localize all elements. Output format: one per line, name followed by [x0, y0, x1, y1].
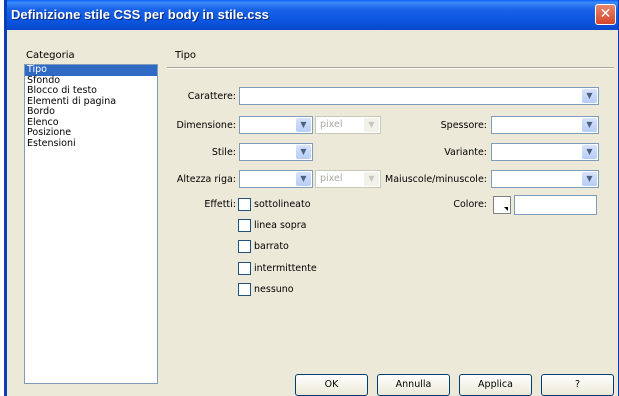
ok-button[interactable]: OK	[295, 374, 368, 396]
close-button[interactable]: ✕	[595, 4, 616, 25]
caret-icon	[504, 207, 508, 211]
colore-input[interactable]	[514, 195, 597, 215]
intermittente-label: intermittente	[254, 263, 317, 274]
stile-select[interactable]: ▼	[239, 143, 313, 161]
altezza-unit: pixel	[320, 173, 343, 184]
sottolineato-checkbox[interactable]	[238, 198, 251, 211]
window-title: Definizione stile CSS per body in stile.…	[11, 7, 269, 22]
linea-sopra-checkbox[interactable]	[238, 219, 251, 232]
dimensione-unit-select: pixel ▼	[315, 116, 381, 134]
dimensione-unit: pixel	[320, 119, 343, 130]
linea-sopra-label: linea sopra	[254, 220, 307, 231]
nessuno-checkbox[interactable]	[238, 283, 251, 296]
nessuno-label: nessuno	[254, 284, 294, 295]
dimensione-label: Dimensione:	[176, 120, 236, 131]
colore-label: Colore:	[453, 199, 487, 210]
category-item-blocco-testo[interactable]: Blocco di testo	[25, 85, 157, 97]
category-item-tipo[interactable]: Tipo	[25, 64, 157, 76]
close-icon: ✕	[599, 6, 612, 22]
chevron-down-icon: ▼	[364, 172, 379, 186]
altezza-riga-label: Altezza riga:	[176, 174, 236, 185]
applica-button[interactable]: Applica	[459, 374, 532, 396]
chevron-down-icon: ▼	[296, 172, 311, 186]
maiuscole-select[interactable]: ▼	[491, 170, 599, 188]
category-list[interactable]: Tipo Sfondo Blocco di testo Elementi di …	[24, 64, 158, 384]
variante-select[interactable]: ▼	[491, 143, 599, 161]
barrato-label: barrato	[254, 241, 289, 252]
maiuscole-label: Maiuscole/minuscole:	[385, 174, 487, 185]
barrato-checkbox[interactable]	[238, 240, 251, 253]
chevron-down-icon: ▼	[296, 118, 311, 132]
category-item-posizione[interactable]: Posizione	[25, 127, 157, 139]
spessore-label: Spessore:	[440, 120, 487, 131]
dialog-window: Definizione stile CSS per body in stile.…	[4, 0, 619, 396]
carattere-label: Carattere:	[187, 91, 236, 102]
chevron-down-icon: ▼	[582, 118, 597, 132]
sottolineato-label: sottolineato	[254, 199, 311, 210]
category-label: Categoria	[26, 50, 75, 61]
chevron-down-icon: ▼	[582, 89, 597, 103]
chevron-down-icon: ▼	[296, 145, 311, 159]
section-divider	[167, 67, 614, 69]
dimensione-select[interactable]: ▼	[239, 116, 313, 134]
annulla-button[interactable]: Annulla	[377, 374, 450, 396]
spessore-select[interactable]: ▼	[491, 116, 599, 134]
altezza-unit-select: pixel ▼	[315, 170, 381, 188]
category-item-estensioni[interactable]: Estensioni	[25, 138, 157, 150]
section-title: Tipo	[175, 50, 197, 61]
title-bar[interactable]: Definizione stile CSS per body in stile.…	[7, 0, 618, 30]
help-button[interactable]: ?	[541, 374, 614, 396]
variante-label: Variante:	[444, 147, 487, 158]
color-picker-button[interactable]	[493, 196, 511, 214]
category-item-bordo[interactable]: Bordo	[25, 106, 157, 118]
chevron-down-icon: ▼	[582, 172, 597, 186]
intermittente-checkbox[interactable]	[238, 262, 251, 275]
stile-label: Stile:	[211, 147, 236, 158]
effetti-label: Effetti:	[204, 199, 236, 210]
altezza-riga-select[interactable]: ▼	[239, 170, 313, 188]
chevron-down-icon: ▼	[364, 118, 379, 132]
chevron-down-icon: ▼	[582, 145, 597, 159]
carattere-select[interactable]: ▼	[239, 87, 599, 105]
